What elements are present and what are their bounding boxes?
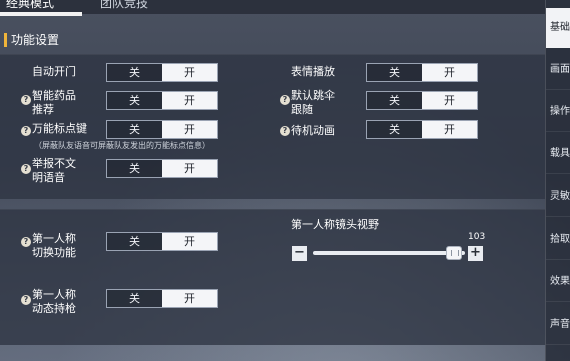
help-icon[interactable]: ? xyxy=(21,164,31,174)
smart-medicine-toggle[interactable]: 关 开 xyxy=(106,91,218,110)
universal-mark-label: 万能标点键 xyxy=(32,122,87,135)
smart-medicine-label-line1: 智能药品 xyxy=(32,89,76,102)
sidebar-item-basic[interactable]: 基础设置 xyxy=(546,8,570,48)
follow-parachute-label-line2: 跟随 xyxy=(291,103,313,116)
fov-value: 103 xyxy=(468,232,486,242)
universal-mark-hint: （屏蔽队友语音可屏蔽队友发出的万能标点信息） xyxy=(34,141,210,150)
mode-tabs: 经典模式 团队竞技 xyxy=(0,0,545,16)
help-icon[interactable]: ? xyxy=(21,295,31,305)
auto-door-label: 自动开门 xyxy=(32,65,76,78)
section-title: 功能设置 xyxy=(11,33,60,47)
toggle-off-option[interactable]: 关 xyxy=(107,92,162,109)
sidebar-item-pickup[interactable]: 拾取设置 xyxy=(546,220,570,260)
first-person-switch-label-line1: 第一人称 xyxy=(32,232,76,245)
sidebar-item-controls[interactable]: 操作设置 xyxy=(546,92,570,132)
first-person-dynamic-label-line1: 第一人称 xyxy=(32,288,76,301)
toggle-off-option[interactable]: 关 xyxy=(107,160,162,177)
toggle-off-option[interactable]: 关 xyxy=(367,121,422,138)
toggle-off-option[interactable]: 关 xyxy=(107,290,162,307)
section-header: 功能设置 xyxy=(0,29,545,51)
toggle-off-option[interactable]: 关 xyxy=(367,64,422,81)
help-icon[interactable]: ? xyxy=(280,95,290,105)
follow-parachute-toggle[interactable]: 关 开 xyxy=(366,91,478,110)
settings-panel-first-person xyxy=(0,209,545,345)
sidebar-item-graphics[interactable]: 画面设置 xyxy=(546,50,570,90)
toggle-off-option[interactable]: 关 xyxy=(107,64,162,81)
toggle-off-option[interactable]: 关 xyxy=(107,121,162,138)
report-voice-toggle[interactable]: 关 开 xyxy=(106,159,218,178)
active-tab-indicator xyxy=(0,12,82,16)
report-voice-label-line2: 明语音 xyxy=(32,171,65,184)
emote-play-label: 表情播放 xyxy=(291,65,335,78)
fov-slider-track[interactable] xyxy=(313,251,465,255)
toggle-on-option[interactable]: 开 xyxy=(162,160,217,177)
report-voice-label-line1: 举报不文 xyxy=(32,157,76,170)
section-accent xyxy=(4,33,7,47)
emote-play-toggle[interactable]: 关 开 xyxy=(366,63,478,82)
toggle-on-option[interactable]: 开 xyxy=(422,92,477,109)
toggle-on-option[interactable]: 开 xyxy=(162,92,217,109)
toggle-on-option[interactable]: 开 xyxy=(422,121,477,138)
tab-team-deathmatch[interactable]: 团队竞技 xyxy=(100,0,148,13)
first-person-switch-label-line2: 切换功能 xyxy=(32,246,76,259)
smart-medicine-label-line2: 推荐 xyxy=(32,103,54,116)
sidebar-item-vehicle[interactable]: 载具设置 xyxy=(546,134,570,174)
fov-label: 第一人称镜头视野 xyxy=(291,218,379,231)
follow-parachute-label-line1: 默认跳伞 xyxy=(291,89,335,102)
first-person-switch-toggle[interactable]: 关 开 xyxy=(106,232,218,251)
toggle-on-option[interactable]: 开 xyxy=(162,64,217,81)
help-icon[interactable]: ? xyxy=(21,237,31,247)
first-person-dynamic-toggle[interactable]: 关 开 xyxy=(106,289,218,308)
fov-slider-handle[interactable] xyxy=(446,246,463,260)
help-icon[interactable]: ? xyxy=(280,126,290,136)
toggle-off-option[interactable]: 关 xyxy=(107,233,162,250)
auto-door-toggle[interactable]: 关 开 xyxy=(106,63,218,82)
sidebar-item-effects[interactable]: 效果设置 xyxy=(546,262,570,302)
toggle-off-option[interactable]: 关 xyxy=(367,92,422,109)
sidebar-item-sound[interactable]: 声音设置 xyxy=(546,305,570,345)
universal-mark-toggle[interactable]: 关 开 xyxy=(106,120,218,139)
idle-animation-label: 待机动画 xyxy=(291,124,335,137)
idle-animation-toggle[interactable]: 关 开 xyxy=(366,120,478,139)
sidebar-item-sensitivity[interactable]: 灵敏度 xyxy=(546,177,570,217)
toggle-on-option[interactable]: 开 xyxy=(422,64,477,81)
settings-sidebar: 基础设置 画面设置 操作设置 载具设置 灵敏度 拾取设置 效果设置 声音设置 xyxy=(545,0,570,361)
toggle-on-option[interactable]: 开 xyxy=(162,290,217,307)
help-icon[interactable]: ? xyxy=(21,95,31,105)
first-person-dynamic-label-line2: 动态持枪 xyxy=(32,302,76,315)
help-icon[interactable]: ? xyxy=(21,126,31,136)
fov-increase-button[interactable]: + xyxy=(468,246,483,261)
toggle-on-option[interactable]: 开 xyxy=(162,233,217,250)
fov-decrease-button[interactable]: − xyxy=(292,246,307,261)
toggle-on-option[interactable]: 开 xyxy=(162,121,217,138)
